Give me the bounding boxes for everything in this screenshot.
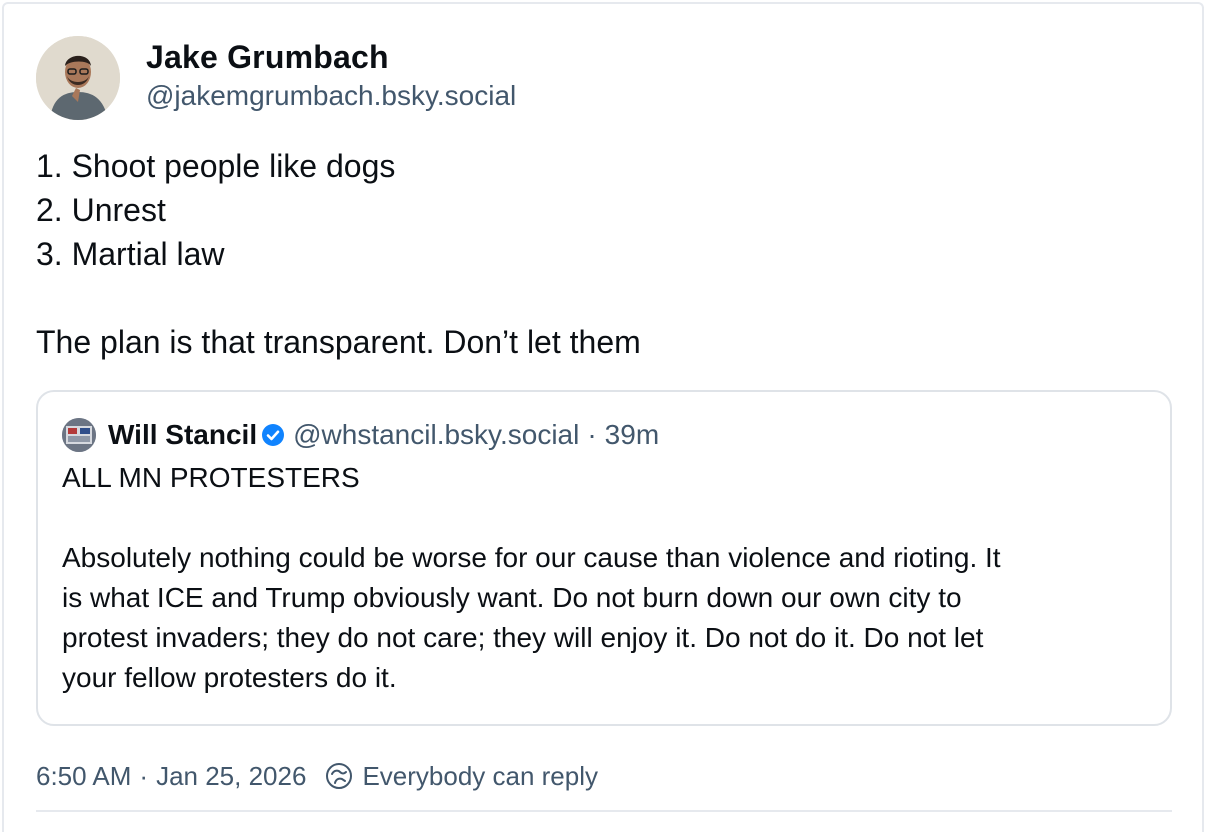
- post-text-line: The plan is that transparent. Don’t let …: [36, 324, 641, 360]
- post-text-line: 3. Martial law: [36, 236, 225, 272]
- avatar-photo-icon: [62, 418, 96, 452]
- quoted-text-line: protest invaders; they do not care; they…: [62, 622, 984, 653]
- author-names: Jake Grumbach @jakemgrumbach.bsky.social: [146, 37, 516, 115]
- quoted-text-line: your fellow protesters do it.: [62, 662, 397, 693]
- reply-setting[interactable]: Everybody can reply: [362, 761, 598, 792]
- meta-separator: ·: [139, 760, 149, 791]
- post-date[interactable]: Jan 25, 2026: [156, 761, 306, 792]
- quoted-text-line: [62, 498, 1146, 538]
- verified-check-icon: [262, 424, 285, 446]
- reply-settings-icon: [326, 763, 353, 789]
- quoted-author-handle[interactable]: @whstancil.bsky.social: [293, 419, 579, 451]
- quoted-post[interactable]: Will Stancil @whstancil.bsky.social · 39…: [36, 390, 1172, 726]
- quoted-separator: ·: [587, 419, 597, 450]
- quoted-text-line: ALL MN PROTESTERS: [62, 462, 360, 493]
- quoted-post-header: Will Stancil @whstancil.bsky.social · 39…: [62, 416, 1146, 454]
- post-time[interactable]: 6:50 AM: [36, 761, 131, 792]
- post-meta: 6:50 AM · Jan 25, 2026 Everybody can rep…: [36, 758, 1172, 794]
- quoted-text-line: Absolutely nothing could be worse for ou…: [62, 542, 1001, 573]
- post-text-line: [36, 276, 1172, 320]
- quoted-author-avatar[interactable]: [62, 418, 96, 452]
- post-author[interactable]: Jake Grumbach @jakemgrumbach.bsky.social: [36, 36, 1172, 120]
- avatar-photo-icon: [36, 36, 120, 120]
- post: Jake Grumbach @jakemgrumbach.bsky.social…: [36, 36, 1172, 794]
- quoted-author-name[interactable]: Will Stancil: [108, 419, 257, 451]
- post-text: 1. Shoot people like dogs 2. Unrest 3. M…: [36, 144, 1172, 364]
- author-display-name[interactable]: Jake Grumbach: [146, 37, 516, 77]
- author-handle[interactable]: @jakemgrumbach.bsky.social: [146, 77, 516, 115]
- author-avatar[interactable]: [36, 36, 120, 120]
- quoted-text-line: is what ICE and Trump obviously want. Do…: [62, 582, 962, 613]
- post-text-line: 1. Shoot people like dogs: [36, 148, 396, 184]
- divider: [36, 810, 1172, 812]
- post-text-line: 2. Unrest: [36, 192, 166, 228]
- quoted-post-time[interactable]: 39m: [605, 419, 659, 451]
- quoted-post-text: ALL MN PROTESTERS Absolutely nothing cou…: [62, 458, 1146, 698]
